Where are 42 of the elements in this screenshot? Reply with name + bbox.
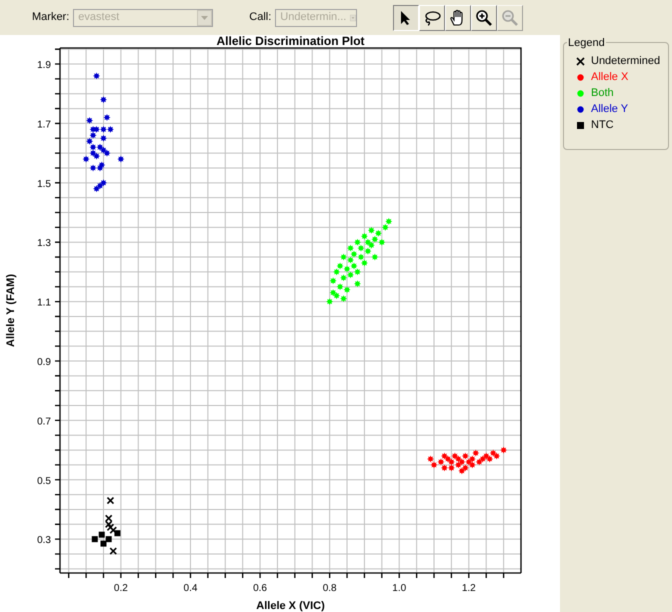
- axis-title: Allele X (VIC): [256, 600, 325, 612]
- tick-label: 0.8: [322, 583, 337, 594]
- tick-label: 1.5: [37, 178, 51, 190]
- field-label: Call:: [249, 10, 272, 26]
- tick-label: 0.7: [37, 416, 51, 428]
- legend-label: Undetermined: [591, 55, 660, 68]
- tick-label: 0.3: [37, 535, 51, 546]
- data-point: [104, 114, 110, 121]
- legend-label: NTC: [591, 119, 614, 132]
- data-point: [100, 96, 107, 104]
- legend-label: Allele Y: [591, 103, 628, 116]
- tick-label: 1.3: [37, 238, 51, 250]
- tick-label: 1.1: [37, 298, 51, 309]
- tick-label: 1.2: [462, 583, 476, 594]
- cross-marker-icon: [576, 57, 585, 66]
- chart-title: Allelic Discrimination Plot: [216, 35, 365, 48]
- tick-label: 1.0: [392, 583, 406, 594]
- data-point: [109, 526, 118, 534]
- data-point: [106, 496, 114, 504]
- data-point: [93, 72, 100, 80]
- tick-label: 0.4: [184, 583, 198, 594]
- legend-label: Both: [591, 87, 614, 100]
- tick-label: 0.6: [253, 583, 267, 594]
- lasso-icon: [423, 10, 442, 26]
- legend-label: Allele X: [591, 71, 628, 84]
- data-point: [109, 547, 118, 555]
- field-label: Marker:: [32, 10, 70, 26]
- axis-title: Allele Y (FAM): [5, 274, 17, 347]
- tick-label: 1.9: [37, 60, 51, 72]
- tool-button[interactable]: [393, 4, 420, 30]
- tick-label: 0.5: [37, 476, 51, 487]
- zoom-out-icon: [501, 8, 520, 26]
- legend-title: Legend: [567, 35, 606, 52]
- tick-label: 0.2: [114, 583, 128, 594]
- data-point: [117, 156, 124, 163]
- zoom-in-icon: [475, 8, 494, 26]
- tick-label: 0.9: [37, 356, 51, 368]
- data-point: [100, 134, 107, 142]
- data-point: [354, 280, 361, 288]
- data-point: [86, 117, 94, 124]
- square-marker-icon: [576, 121, 585, 130]
- tick-label: 1.7: [37, 119, 51, 130]
